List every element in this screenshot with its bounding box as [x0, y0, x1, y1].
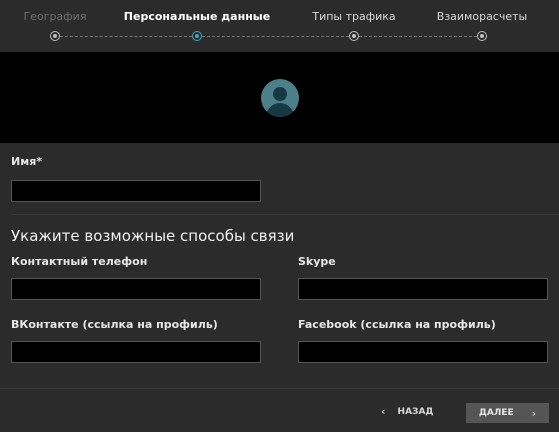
chevron-left-icon: ‹: [381, 405, 386, 418]
avatar-head-shape: [272, 86, 287, 101]
back-button[interactable]: ‹ НАЗАД: [381, 405, 433, 418]
personal-data-form: Имя* Укажите возможные способы связи Кон…: [0, 155, 559, 363]
user-avatar-icon[interactable]: [260, 78, 299, 117]
avatar-body-shape: [265, 102, 294, 117]
step-label-traffic-types[interactable]: Типы трафика: [312, 10, 395, 23]
skype-label: Skype: [298, 255, 336, 268]
contacts-section-title: Укажите возможные способы связи: [11, 227, 295, 245]
step-connector-3: [354, 36, 482, 37]
chevron-right-icon: ›: [531, 406, 537, 420]
step-dot-settlements[interactable]: [477, 31, 487, 41]
next-button[interactable]: ДАЛЕЕ ›: [466, 403, 549, 423]
name-input[interactable]: [11, 180, 261, 202]
step-label-geography[interactable]: География: [24, 10, 87, 23]
next-button-label: ДАЛЕЕ: [478, 408, 514, 418]
step-dot-geography[interactable]: [50, 31, 60, 41]
section-divider: [11, 214, 559, 215]
step-dot-traffic-types[interactable]: [349, 31, 359, 41]
step-label-settlements[interactable]: Взаиморасчеты: [437, 10, 527, 23]
wizard-footer: ‹ НАЗАД ДАЛЕЕ ›: [0, 388, 559, 432]
name-label: Имя*: [11, 155, 43, 168]
progress-stepper: География Персональные данные Типы трафи…: [0, 0, 559, 52]
step-label-personal-data[interactable]: Персональные данные: [124, 10, 270, 23]
vk-label: ВКонтакте (ссылка на профиль): [11, 318, 218, 331]
facebook-label: Facebook (ссылка на профиль): [298, 318, 496, 331]
profile-banner: [0, 52, 559, 143]
step-dot-personal-data[interactable]: [192, 31, 202, 41]
phone-label: Контактный телефон: [11, 255, 148, 268]
facebook-input[interactable]: [298, 341, 548, 363]
skype-input[interactable]: [298, 278, 548, 300]
back-button-label: НАЗАД: [397, 406, 434, 417]
phone-input[interactable]: [11, 278, 261, 300]
vk-input[interactable]: [11, 341, 261, 363]
step-connector-1: [55, 36, 197, 37]
step-connector-2: [197, 36, 354, 37]
